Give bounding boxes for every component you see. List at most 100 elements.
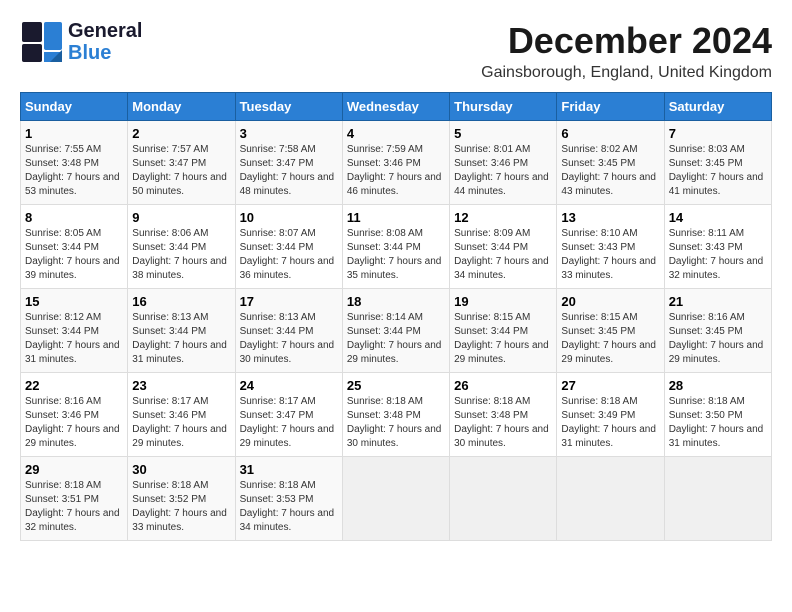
day-info: Sunrise: 8:13 AMSunset: 3:44 PMDaylight:… xyxy=(132,311,230,367)
day-number: 13 xyxy=(561,210,659,225)
calendar-cell: 21 Sunrise: 8:16 AMSunset: 3:45 PMDayligh… xyxy=(664,289,771,373)
calendar-cell: 1Sunrise: 7:55 AMSunset: 3:48 PMDaylight… xyxy=(21,121,128,205)
calendar-cell: 3 Sunrise: 7:58 AMSunset: 3:47 PMDaylight… xyxy=(235,121,342,205)
calendar-cell: 26 Sunrise: 8:18 AMSunset: 3:48 PMDayligh… xyxy=(450,373,557,457)
day-info: Sunrise: 8:14 AMSunset: 3:44 PMDaylight:… xyxy=(347,311,445,367)
calendar-cell xyxy=(342,457,449,541)
day-number: 26 xyxy=(454,378,552,393)
weekday-header-wednesday: Wednesday xyxy=(342,93,449,121)
day-info: Sunrise: 8:07 AMSunset: 3:44 PMDaylight:… xyxy=(240,227,338,283)
calendar-cell xyxy=(664,457,771,541)
day-info: Sunrise: 7:57 AMSunset: 3:47 PMDaylight:… xyxy=(132,143,230,199)
day-info: Sunrise: 8:15 AMSunset: 3:45 PMDaylight:… xyxy=(561,311,659,367)
calendar-cell: 16Sunrise: 8:13 AMSunset: 3:44 PMDayligh… xyxy=(128,289,235,373)
header: General Blue December 2024 Gainsborough,… xyxy=(20,20,772,82)
calendar: SundayMondayTuesdayWednesdayThursdayFrid… xyxy=(20,92,772,541)
calendar-cell: 8 Sunrise: 8:05 AMSunset: 3:44 PMDaylight… xyxy=(21,205,128,289)
subtitle: Gainsborough, England, United Kingdom xyxy=(481,64,772,82)
day-info: Sunrise: 8:10 AMSunset: 3:43 PMDaylight:… xyxy=(561,227,659,283)
day-number: 23 xyxy=(132,378,230,393)
day-number: 21 xyxy=(669,294,767,309)
calendar-cell: 19 Sunrise: 8:15 AMSunset: 3:44 PMDayligh… xyxy=(450,289,557,373)
logo-icon xyxy=(20,20,64,64)
day-info: Sunrise: 8:18 AMSunset: 3:50 PMDaylight:… xyxy=(669,395,767,451)
weekday-header-monday: Monday xyxy=(128,93,235,121)
calendar-cell: 4Sunrise: 7:59 AMSunset: 3:46 PMDaylight… xyxy=(342,121,449,205)
calendar-cell: 9 Sunrise: 8:06 AMSunset: 3:44 PMDaylight… xyxy=(128,205,235,289)
calendar-cell: 31 Sunrise: 8:18 AMSunset: 3:53 PMDayligh… xyxy=(235,457,342,541)
calendar-week-3: 15 Sunrise: 8:12 AMSunset: 3:44 PMDayligh… xyxy=(21,289,772,373)
day-number: 14 xyxy=(669,210,767,225)
calendar-week-2: 8 Sunrise: 8:05 AMSunset: 3:44 PMDaylight… xyxy=(21,205,772,289)
day-info: Sunrise: 8:08 AMSunset: 3:44 PMDaylight:… xyxy=(347,227,445,283)
day-number: 19 xyxy=(454,294,552,309)
logo: General Blue xyxy=(20,20,142,64)
day-info: Sunrise: 7:55 AMSunset: 3:48 PMDaylight:… xyxy=(25,143,123,199)
logo-name: General xyxy=(68,20,142,42)
calendar-body: 1Sunrise: 7:55 AMSunset: 3:48 PMDaylight… xyxy=(21,121,772,541)
calendar-cell: 20 Sunrise: 8:15 AMSunset: 3:45 PMDayligh… xyxy=(557,289,664,373)
calendar-week-4: 22 Sunrise: 8:16 AMSunset: 3:46 PMDayligh… xyxy=(21,373,772,457)
main-title: December 2024 xyxy=(481,20,772,62)
calendar-cell: 11Sunrise: 8:08 AMSunset: 3:44 PMDayligh… xyxy=(342,205,449,289)
day-number: 29 xyxy=(25,462,123,477)
day-number: 12 xyxy=(454,210,552,225)
day-info: Sunrise: 8:12 AMSunset: 3:44 PMDaylight:… xyxy=(25,311,123,367)
day-number: 18 xyxy=(347,294,445,309)
day-info: Sunrise: 8:16 AMSunset: 3:45 PMDaylight:… xyxy=(669,311,767,367)
day-number: 5 xyxy=(454,126,552,141)
logo-name2: Blue xyxy=(68,42,142,64)
day-number: 28 xyxy=(669,378,767,393)
day-info: Sunrise: 8:18 AMSunset: 3:48 PMDaylight:… xyxy=(454,395,552,451)
day-number: 31 xyxy=(240,462,338,477)
day-number: 30 xyxy=(132,462,230,477)
day-number: 7 xyxy=(669,126,767,141)
calendar-cell: 10 Sunrise: 8:07 AMSunset: 3:44 PMDayligh… xyxy=(235,205,342,289)
day-info: Sunrise: 8:06 AMSunset: 3:44 PMDaylight:… xyxy=(132,227,230,283)
calendar-cell xyxy=(450,457,557,541)
calendar-week-5: 29 Sunrise: 8:18 AMSunset: 3:51 PMDayligh… xyxy=(21,457,772,541)
calendar-cell: 23 Sunrise: 8:17 AMSunset: 3:46 PMDayligh… xyxy=(128,373,235,457)
weekday-header-friday: Friday xyxy=(557,93,664,121)
day-number: 25 xyxy=(347,378,445,393)
weekday-header-sunday: Sunday xyxy=(21,93,128,121)
calendar-cell: 15 Sunrise: 8:12 AMSunset: 3:44 PMDayligh… xyxy=(21,289,128,373)
day-info: Sunrise: 8:05 AMSunset: 3:44 PMDaylight:… xyxy=(25,227,123,283)
day-info: Sunrise: 7:58 AMSunset: 3:47 PMDaylight:… xyxy=(240,143,338,199)
calendar-cell: 17Sunrise: 8:13 AMSunset: 3:44 PMDayligh… xyxy=(235,289,342,373)
calendar-cell: 25 Sunrise: 8:18 AMSunset: 3:48 PMDayligh… xyxy=(342,373,449,457)
day-info: Sunrise: 8:09 AMSunset: 3:44 PMDaylight:… xyxy=(454,227,552,283)
calendar-cell: 5Sunrise: 8:01 AMSunset: 3:46 PMDaylight… xyxy=(450,121,557,205)
day-info: Sunrise: 8:18 AMSunset: 3:53 PMDaylight:… xyxy=(240,479,338,535)
day-number: 6 xyxy=(561,126,659,141)
day-number: 9 xyxy=(132,210,230,225)
day-info: Sunrise: 8:16 AMSunset: 3:46 PMDaylight:… xyxy=(25,395,123,451)
day-info: Sunrise: 8:17 AMSunset: 3:46 PMDaylight:… xyxy=(132,395,230,451)
day-info: Sunrise: 8:03 AMSunset: 3:45 PMDaylight:… xyxy=(669,143,767,199)
calendar-cell: 2 Sunrise: 7:57 AMSunset: 3:47 PMDaylight… xyxy=(128,121,235,205)
weekday-header-row: SundayMondayTuesdayWednesdayThursdayFrid… xyxy=(21,93,772,121)
calendar-cell: 14Sunrise: 8:11 AMSunset: 3:43 PMDayligh… xyxy=(664,205,771,289)
day-info: Sunrise: 8:18 AMSunset: 3:51 PMDaylight:… xyxy=(25,479,123,535)
day-info: Sunrise: 8:02 AMSunset: 3:45 PMDaylight:… xyxy=(561,143,659,199)
day-number: 22 xyxy=(25,378,123,393)
day-number: 8 xyxy=(25,210,123,225)
day-number: 10 xyxy=(240,210,338,225)
calendar-cell: 7 Sunrise: 8:03 AMSunset: 3:45 PMDaylight… xyxy=(664,121,771,205)
day-info: Sunrise: 8:18 AMSunset: 3:48 PMDaylight:… xyxy=(347,395,445,451)
weekday-header-tuesday: Tuesday xyxy=(235,93,342,121)
calendar-cell xyxy=(557,457,664,541)
day-number: 3 xyxy=(240,126,338,141)
day-number: 2 xyxy=(132,126,230,141)
day-number: 24 xyxy=(240,378,338,393)
day-number: 20 xyxy=(561,294,659,309)
day-number: 17 xyxy=(240,294,338,309)
day-info: Sunrise: 8:18 AMSunset: 3:49 PMDaylight:… xyxy=(561,395,659,451)
day-number: 15 xyxy=(25,294,123,309)
calendar-cell: 22 Sunrise: 8:16 AMSunset: 3:46 PMDayligh… xyxy=(21,373,128,457)
calendar-cell: 28 Sunrise: 8:18 AMSunset: 3:50 PMDayligh… xyxy=(664,373,771,457)
day-info: Sunrise: 8:17 AMSunset: 3:47 PMDaylight:… xyxy=(240,395,338,451)
day-info: Sunrise: 8:15 AMSunset: 3:44 PMDaylight:… xyxy=(454,311,552,367)
calendar-cell: 30 Sunrise: 8:18 AMSunset: 3:52 PMDayligh… xyxy=(128,457,235,541)
day-info: Sunrise: 8:18 AMSunset: 3:52 PMDaylight:… xyxy=(132,479,230,535)
